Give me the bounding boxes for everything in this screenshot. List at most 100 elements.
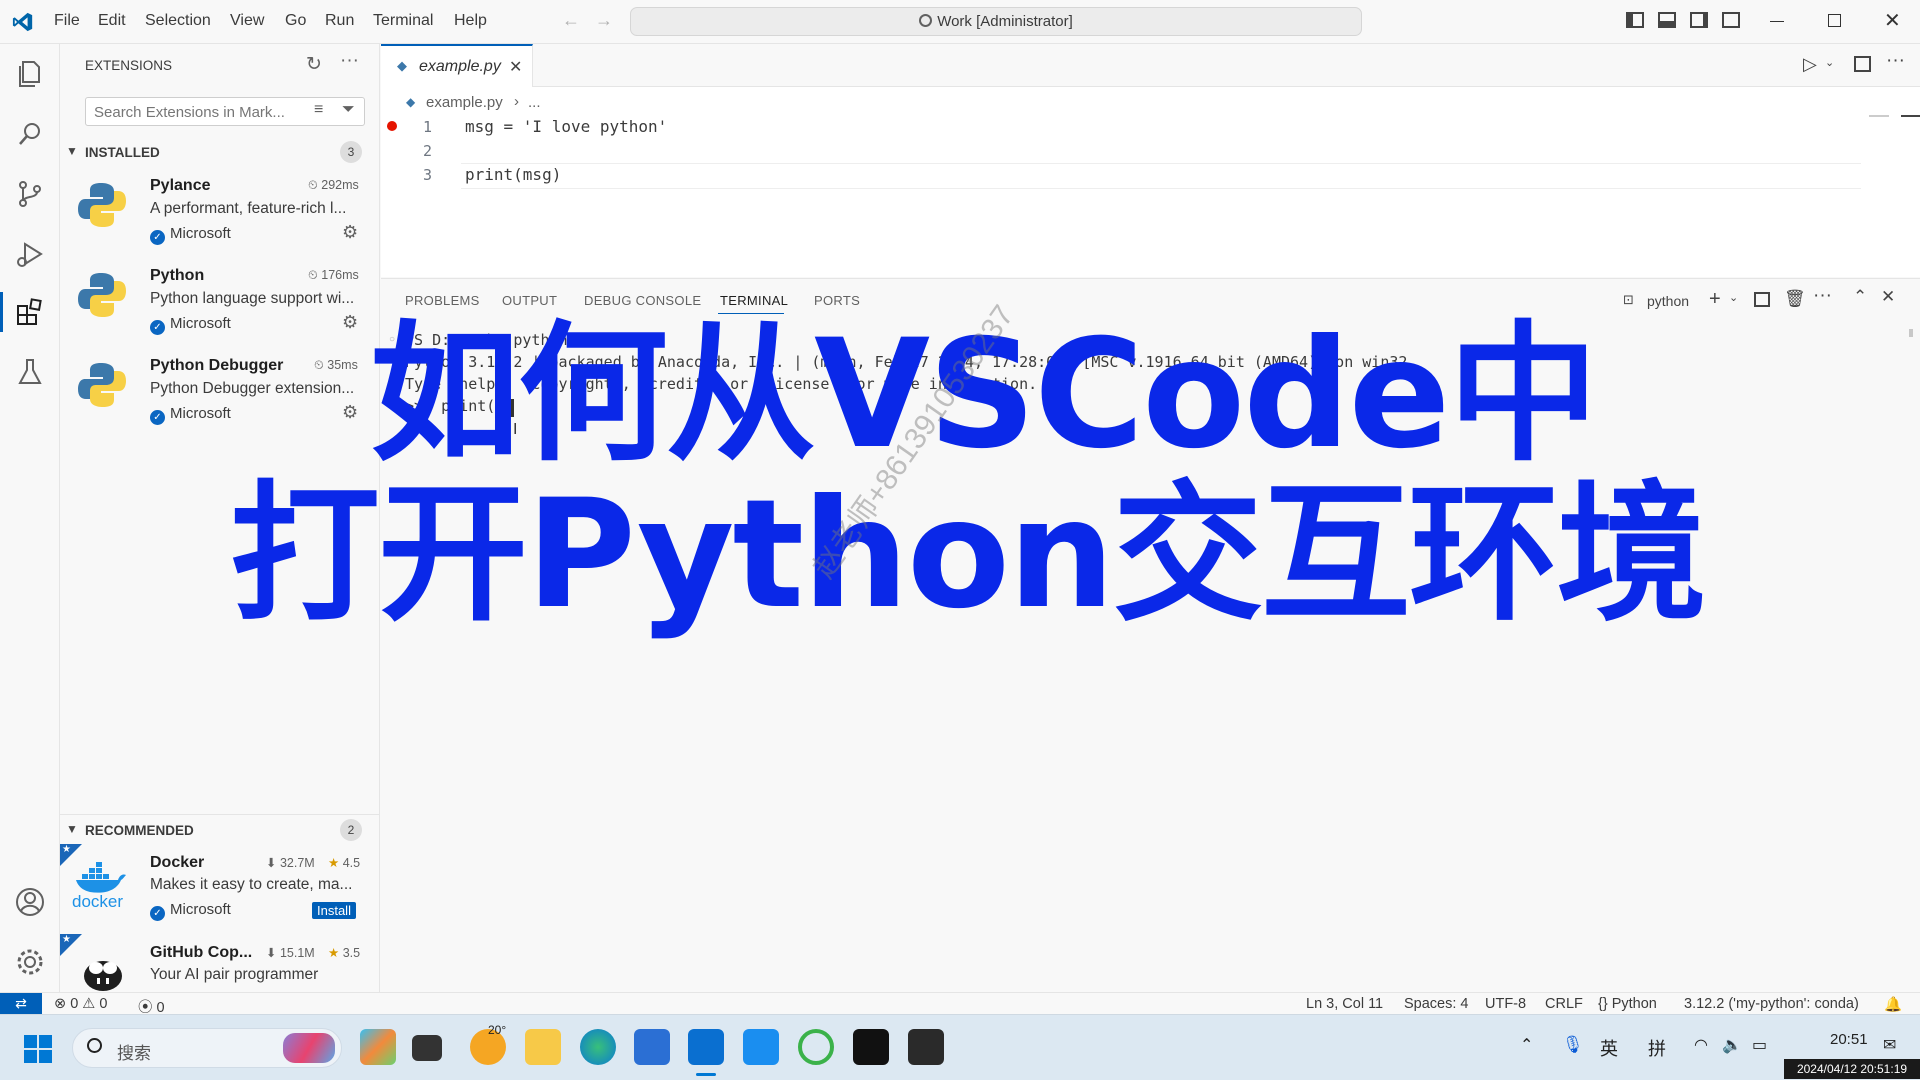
notifications-bell-icon[interactable]: 🔔 xyxy=(1884,996,1902,1013)
taskbar-search[interactable]: 搜索 xyxy=(72,1028,342,1068)
extensions-search-input[interactable]: Search Extensions in Mark... ≡ ⏷ xyxy=(85,97,365,126)
wifi-icon[interactable]: ◠ xyxy=(1694,1035,1708,1055)
minimize-icon[interactable] xyxy=(1770,21,1784,22)
chevron-down-icon[interactable]: ▼ xyxy=(66,822,78,836)
volume-icon[interactable]: 🔈 xyxy=(1722,1035,1742,1055)
tab-ports[interactable]: PORTS xyxy=(814,293,860,308)
notification-center-icon[interactable]: ✉ xyxy=(1883,1035,1896,1055)
back-arrow-icon[interactable]: ← xyxy=(562,10,580,31)
run-debug-icon[interactable] xyxy=(12,236,48,272)
gear-icon[interactable]: ⚙ xyxy=(342,312,358,333)
task-view-icon[interactable] xyxy=(412,1035,442,1061)
accounts-icon[interactable] xyxy=(12,884,48,920)
tab-terminal[interactable]: TERMINAL xyxy=(720,293,788,308)
terminal-scrollbar[interactable] xyxy=(1909,329,1913,337)
tab-example-py[interactable]: ◆ example.py ✕ xyxy=(381,44,533,87)
capcut-icon[interactable] xyxy=(853,1029,889,1065)
chevron-down-icon[interactable]: ⌄ xyxy=(1729,291,1738,304)
cursor-position[interactable]: Ln 3, Col 11 xyxy=(1306,996,1383,1012)
line-ending[interactable]: CRLF xyxy=(1545,996,1583,1012)
trash-icon[interactable]: 🗑 xyxy=(1784,289,1806,309)
menu-run[interactable]: Run xyxy=(325,12,354,30)
current-line-highlight xyxy=(461,163,1861,189)
store-icon[interactable] xyxy=(634,1029,670,1065)
menu-help[interactable]: Help xyxy=(454,12,487,30)
customize-layout-icon[interactable] xyxy=(1722,12,1740,28)
more-actions-icon[interactable]: ··· xyxy=(1886,50,1905,72)
download-count: ⬇ 32.7M xyxy=(266,856,315,870)
windows-start-icon[interactable] xyxy=(24,1035,52,1063)
encoding[interactable]: UTF-8 xyxy=(1485,996,1526,1012)
more-actions-icon[interactable]: ··· xyxy=(1813,285,1832,307)
installed-section-header[interactable]: INSTALLED xyxy=(85,145,160,160)
ime-mode[interactable]: 拼 xyxy=(1648,1035,1666,1061)
copilot-app-icon[interactable] xyxy=(360,1029,396,1065)
clear-filter-icon[interactable]: ≡ xyxy=(314,101,323,119)
toggle-panel-icon[interactable] xyxy=(1658,12,1676,28)
more-actions-icon[interactable]: ··· xyxy=(340,50,359,72)
split-editor-icon[interactable] xyxy=(1854,56,1871,72)
breakpoint-dot[interactable] xyxy=(387,121,397,131)
python-interpreter[interactable]: 3.12.2 ('my-python': conda) xyxy=(1684,996,1859,1012)
file-explorer-icon[interactable] xyxy=(525,1029,561,1065)
microphone-icon[interactable]: 🎙 xyxy=(1562,1035,1584,1055)
code-editor[interactable]: ◆ example.py › ... 1 2 3 msg = 'I love p… xyxy=(381,87,1920,277)
refresh-icon[interactable]: ↻ xyxy=(306,53,322,76)
breadcrumb-file[interactable]: example.py xyxy=(426,94,503,111)
menu-view[interactable]: View xyxy=(230,12,264,30)
minimap[interactable] xyxy=(1869,115,1889,117)
ime-language[interactable]: 英 xyxy=(1600,1035,1618,1061)
menu-selection[interactable]: Selection xyxy=(145,12,211,30)
toggle-secondary-sidebar-icon[interactable] xyxy=(1690,12,1708,28)
menu-go[interactable]: Go xyxy=(285,12,306,30)
edge-icon[interactable] xyxy=(580,1029,616,1065)
new-terminal-icon[interactable]: + xyxy=(1709,288,1721,311)
extensions-icon[interactable] xyxy=(12,294,48,330)
recommended-section-header[interactable]: RECOMMENDED xyxy=(85,823,194,838)
language-mode[interactable]: {} Python xyxy=(1598,996,1657,1012)
vscode-taskbar-icon[interactable] xyxy=(688,1029,724,1065)
clock-time[interactable]: 20:51 xyxy=(1830,1031,1868,1048)
close-window-icon[interactable]: ✕ xyxy=(1884,8,1901,33)
terminal-app-icon[interactable] xyxy=(908,1029,944,1065)
indentation[interactable]: Spaces: 4 xyxy=(1404,996,1469,1012)
manage-gear-icon[interactable] xyxy=(12,944,48,980)
battery-icon[interactable]: ▭ xyxy=(1752,1035,1767,1055)
gear-icon[interactable]: ⚙ xyxy=(342,222,358,243)
menu-edit[interactable]: Edit xyxy=(98,12,126,30)
chevron-down-icon[interactable]: ⌄ xyxy=(1825,56,1834,69)
minimap-slider[interactable] xyxy=(1901,115,1920,117)
restore-icon[interactable] xyxy=(1828,14,1841,27)
maximize-panel-icon[interactable]: ⌃ xyxy=(1853,287,1867,307)
remote-icon[interactable]: ⇄ xyxy=(0,993,42,1014)
toggle-primary-sidebar-icon[interactable] xyxy=(1626,12,1644,28)
source-control-icon[interactable] xyxy=(12,176,48,212)
install-button[interactable]: Install xyxy=(312,902,356,919)
explorer-icon[interactable] xyxy=(12,56,48,92)
forward-arrow-icon[interactable]: → xyxy=(595,10,613,31)
menu-file[interactable]: File xyxy=(54,12,80,30)
green-app-icon[interactable] xyxy=(798,1029,834,1065)
photos-icon[interactable] xyxy=(743,1029,779,1065)
tab-problems[interactable]: PROBLEMS xyxy=(405,293,480,308)
close-tab-icon[interactable]: ✕ xyxy=(509,57,522,77)
problems-status[interactable]: ⊗ 0 ⚠ 0 xyxy=(54,996,107,1012)
close-panel-icon[interactable]: ✕ xyxy=(1881,287,1895,307)
tab-output[interactable]: OUTPUT xyxy=(502,293,557,308)
chevron-down-icon[interactable]: ▼ xyxy=(66,144,78,158)
run-python-file-icon[interactable]: ▷ xyxy=(1803,54,1817,75)
rating: ★ 4.5 xyxy=(328,856,361,870)
split-terminal-icon[interactable] xyxy=(1754,292,1770,307)
tab-debug-console[interactable]: DEBUG CONSOLE xyxy=(584,293,701,308)
menu-terminal[interactable]: Terminal xyxy=(373,12,433,30)
terminal-name[interactable]: python xyxy=(1647,293,1689,309)
docker-logo-icon: docker xyxy=(72,860,128,914)
search-sidebar-icon[interactable] xyxy=(12,116,48,152)
breadcrumb-more[interactable]: ... xyxy=(528,94,541,111)
windows-taskbar: 搜索 20° ⌃ 🎙 英 拼 ◠ 🔈 ▭ 20:51 ✉ 2024/04/12 … xyxy=(0,1014,1920,1080)
command-center[interactable]: Work [Administrator] xyxy=(630,7,1362,36)
testing-icon[interactable] xyxy=(12,354,48,390)
filter-icon[interactable]: ⏷ xyxy=(342,101,355,119)
chevron-up-icon[interactable]: ⌃ xyxy=(1520,1035,1533,1055)
gear-icon[interactable]: ⚙ xyxy=(342,402,358,423)
